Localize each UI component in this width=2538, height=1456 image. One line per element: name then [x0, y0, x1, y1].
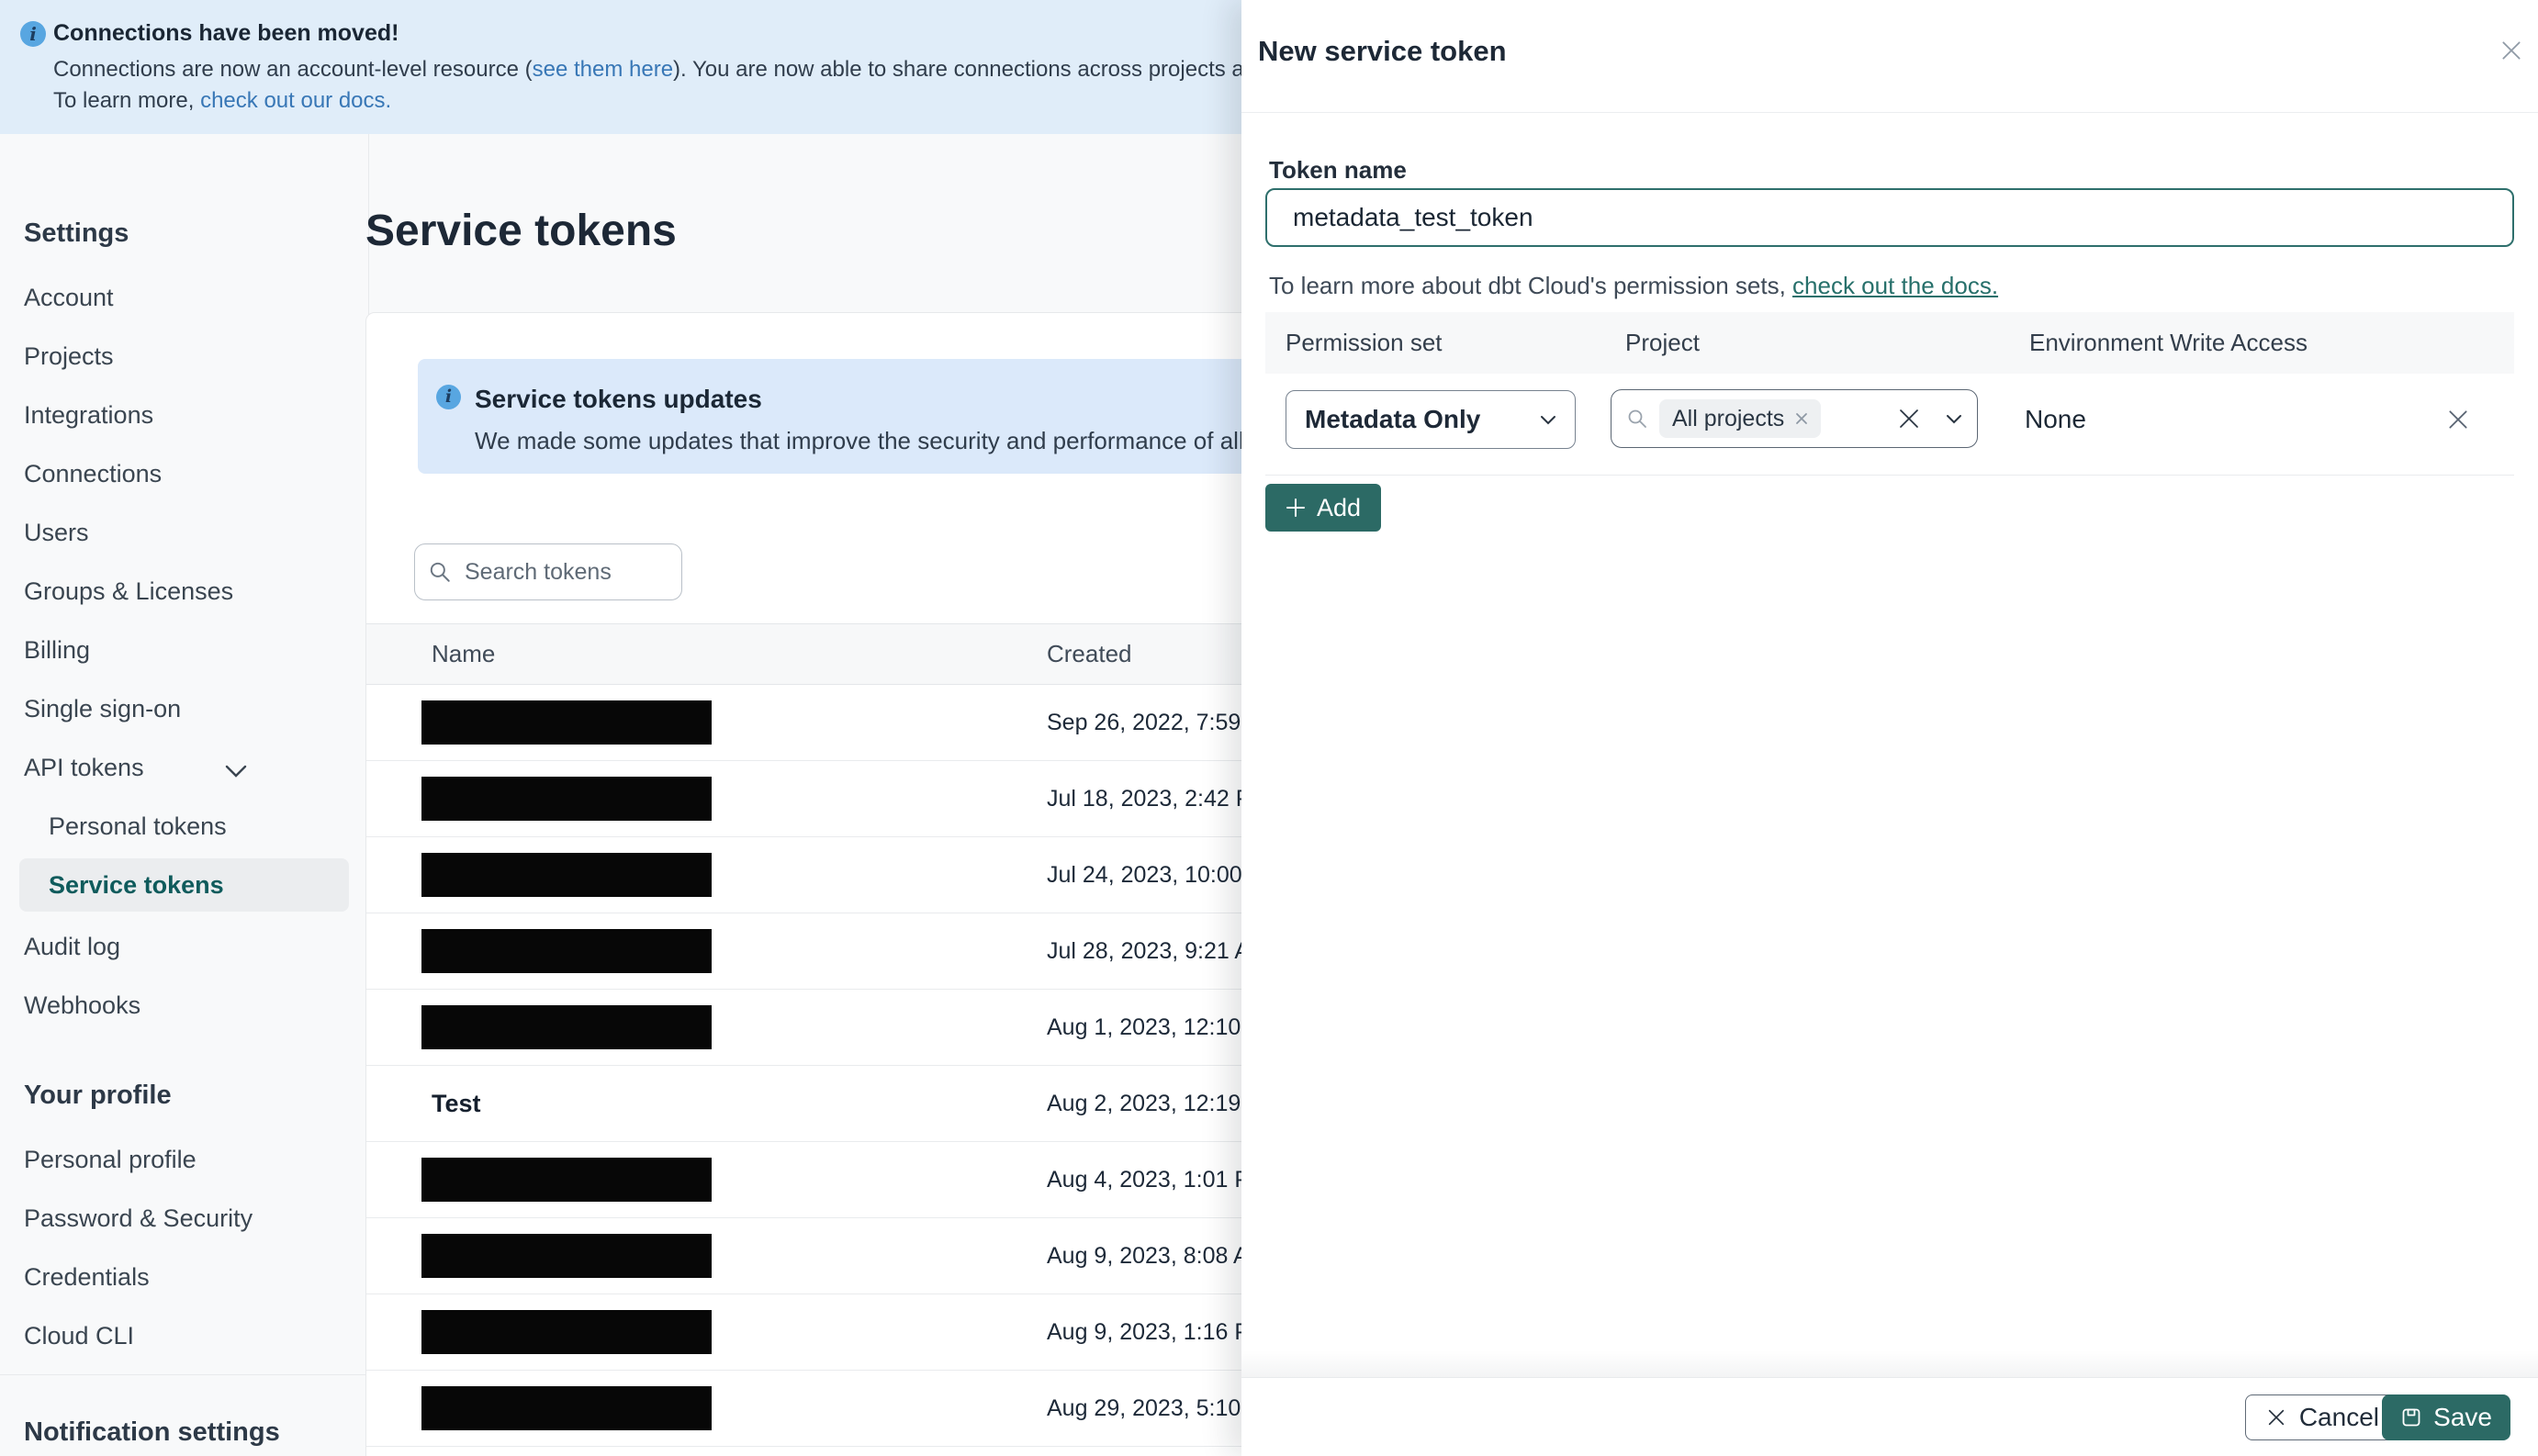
- sidebar-item-users[interactable]: Users: [0, 503, 368, 562]
- cancel-button-label: Cancel: [2298, 1403, 2379, 1431]
- redacted-token-name: [421, 1310, 712, 1354]
- token-name-label: Token name: [1269, 156, 1407, 184]
- see-them-here-link[interactable]: see them here: [533, 57, 673, 82]
- project-chip-all-projects[interactable]: All projects: [1659, 399, 1822, 438]
- sidebar-item-cloud-cli[interactable]: Cloud CLI: [0, 1306, 368, 1365]
- sidebar-item-api-tokens[interactable]: API tokens: [0, 738, 368, 797]
- sidebar-item-service-tokens-label: Service tokens: [19, 858, 349, 912]
- chevron-down-icon: [225, 740, 247, 799]
- project-multiselect[interactable]: All projects: [1611, 389, 1978, 448]
- sidebar-divider: [0, 1374, 368, 1375]
- sidebar-item-integrations[interactable]: Integrations: [0, 386, 368, 444]
- search-icon: [1628, 409, 1646, 428]
- clear-selection-icon[interactable]: [1898, 408, 1920, 430]
- sidebar-item-account[interactable]: Account: [0, 268, 368, 327]
- sidebar-item-groups-licenses[interactable]: Groups & Licenses: [0, 562, 368, 621]
- sidebar-item-billing[interactable]: Billing: [0, 621, 368, 679]
- redacted-token-name: [421, 1005, 712, 1049]
- redacted-token-name: [421, 853, 712, 897]
- plus-icon: [1286, 498, 1306, 518]
- save-icon: [2400, 1406, 2422, 1428]
- sidebar-item-projects[interactable]: Projects: [0, 327, 368, 386]
- remove-permission-row-icon[interactable]: [2446, 408, 2470, 431]
- redacted-token-name: [421, 777, 712, 821]
- column-header-environment-write-access: Environment Write Access: [2029, 329, 2308, 356]
- page-title: Service tokens: [365, 207, 677, 255]
- search-tokens-input[interactable]: [465, 558, 648, 586]
- drawer-footer: Cancel Save: [1241, 1350, 2538, 1456]
- column-header-project: Project: [1625, 329, 1700, 356]
- chevron-down-icon: [1540, 415, 1556, 425]
- redacted-token-name: [421, 1386, 712, 1430]
- permission-helper-text: To learn more about dbt Cloud's permissi…: [1269, 272, 1998, 300]
- add-permission-button[interactable]: Add: [1265, 484, 1382, 532]
- notice-title: Service tokens updates: [475, 385, 762, 413]
- sidebar-item-connections[interactable]: Connections: [0, 444, 368, 503]
- search-icon: [430, 562, 450, 582]
- check-out-docs-link[interactable]: check out the docs.: [1792, 272, 1998, 299]
- environment-write-access-value: None: [2025, 405, 2086, 433]
- permission-row-divider: [1265, 475, 2514, 476]
- column-header-name: Name: [432, 640, 496, 667]
- cancel-button[interactable]: Cancel: [2244, 1394, 2400, 1440]
- sidebar-item-personal-profile[interactable]: Personal profile: [0, 1130, 368, 1189]
- sidebar-header-notification-settings: Notification settings: [24, 1417, 280, 1447]
- banner-text2-pre: To learn more,: [53, 88, 201, 113]
- sidebar-item-credentials[interactable]: Credentials: [0, 1248, 368, 1306]
- sidebar-item-service-tokens[interactable]: Service tokens: [0, 858, 368, 917]
- sidebar-item-personal-tokens[interactable]: Personal tokens: [0, 797, 368, 856]
- redacted-token-name: [421, 700, 712, 745]
- settings-sidebar: Settings Account Projects Integrations C…: [0, 134, 369, 1456]
- drawer-title: New service token: [1258, 35, 1507, 67]
- chip-remove-icon[interactable]: [1795, 412, 1808, 425]
- column-header-permission-set: Permission set: [1286, 329, 1443, 356]
- info-icon: i: [436, 385, 461, 409]
- chevron-down-icon[interactable]: [1946, 414, 1962, 424]
- drawer-header-divider: [1241, 112, 2538, 113]
- token-name: Test: [432, 1090, 481, 1117]
- token-name-input[interactable]: [1265, 188, 2514, 247]
- add-button-label: Add: [1317, 493, 1362, 521]
- sidebar-header-settings: Settings: [24, 218, 129, 248]
- redacted-token-name: [421, 1234, 712, 1278]
- save-button-label: Save: [2433, 1403, 2492, 1431]
- redacted-token-name: [421, 929, 712, 973]
- redacted-token-name: [421, 1158, 712, 1202]
- sidebar-item-single-sign-on[interactable]: Single sign-on: [0, 679, 368, 738]
- close-icon[interactable]: [2499, 39, 2523, 62]
- helper-text-pre: To learn more about dbt Cloud's permissi…: [1269, 272, 1793, 299]
- banner-title: Connections have been moved!: [53, 20, 399, 46]
- check-docs-link[interactable]: check out our docs.: [200, 88, 391, 113]
- sidebar-header-your-profile: Your profile: [24, 1081, 172, 1110]
- banner-text2: To learn more, check out our docs.: [53, 88, 391, 114]
- info-icon: i: [20, 21, 46, 47]
- sidebar-item-audit-log[interactable]: Audit log: [0, 917, 368, 976]
- sidebar-item-api-tokens-label: API tokens: [24, 754, 144, 781]
- project-chip-label: All projects: [1672, 405, 1785, 431]
- permission-set-select[interactable]: Metadata Only: [1286, 390, 1576, 449]
- sidebar-item-webhooks[interactable]: Webhooks: [0, 976, 368, 1035]
- sidebar-item-password-security[interactable]: Password & Security: [0, 1189, 368, 1248]
- permission-set-value: Metadata Only: [1305, 405, 1481, 433]
- banner-text-pre: Connections are now an account-level res…: [53, 57, 533, 82]
- save-button[interactable]: Save: [2382, 1394, 2510, 1440]
- close-icon: [2266, 1407, 2286, 1428]
- new-service-token-drawer: New service token Token name To learn mo…: [1241, 0, 2538, 1456]
- search-tokens-box[interactable]: [414, 543, 682, 600]
- column-header-created: Created: [1047, 640, 1132, 667]
- permissions-header-row: Permission set Project Environment Write…: [1265, 312, 2514, 374]
